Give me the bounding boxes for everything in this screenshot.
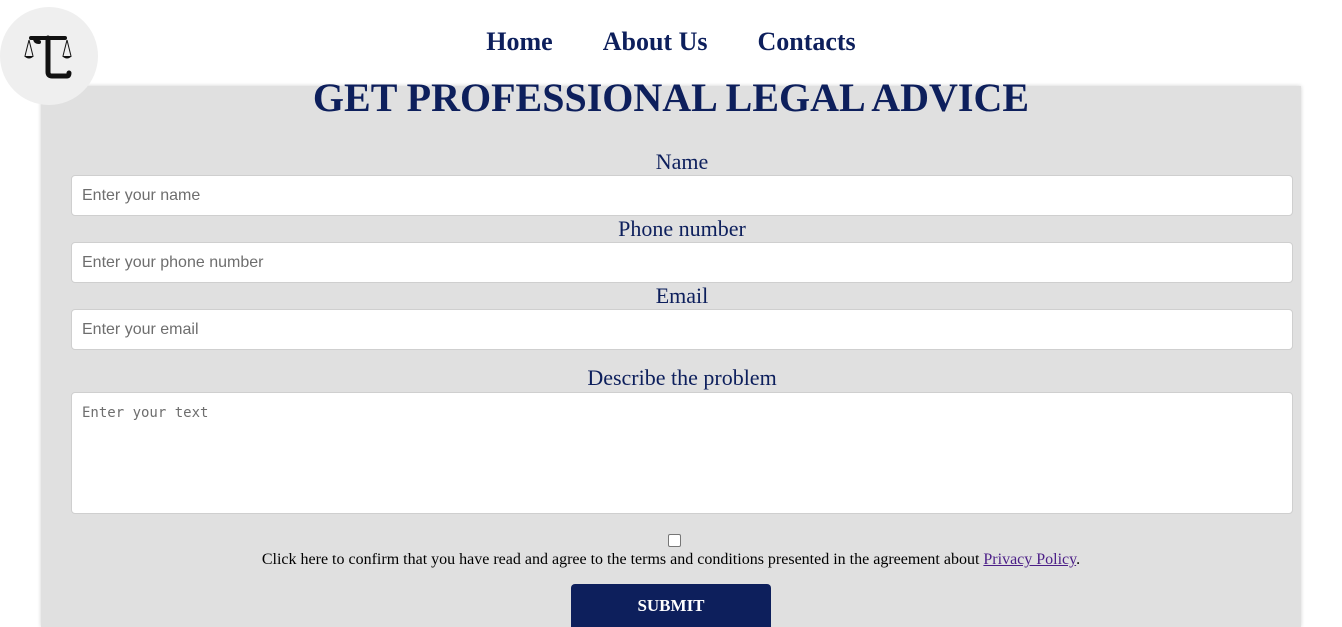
submit-button[interactable]: SUBMIT (571, 584, 771, 627)
main-nav: Home About Us Contacts (0, 26, 1342, 58)
agree-text-label: Click here to confirm that you have read… (261, 551, 984, 568)
agree-checkbox[interactable] (668, 534, 681, 547)
agree-text: Click here to confirm that you have read… (41, 550, 1301, 570)
phone-label: Phone number (618, 216, 746, 241)
nav-contacts-link[interactable]: Contacts (757, 26, 855, 58)
scales-of-justice-logo-icon (24, 35, 72, 79)
email-label: Email (655, 283, 709, 308)
page: Home About Us Contacts GET PROFESSIONAL … (0, 0, 1342, 627)
problem-label: Describe the problem (587, 365, 777, 390)
name-input[interactable] (71, 175, 1293, 216)
phone-input[interactable] (71, 242, 1293, 283)
nav-home-link[interactable]: Home (486, 26, 552, 58)
problem-textarea[interactable] (71, 392, 1293, 514)
logo[interactable] (0, 7, 98, 105)
nav-about-link[interactable]: About Us (603, 26, 708, 58)
privacy-policy-link[interactable]: Privacy Policy (983, 551, 1076, 568)
email-input[interactable] (71, 309, 1293, 350)
name-label: Name (655, 149, 709, 174)
agree-text-suffix: . (1076, 551, 1081, 568)
